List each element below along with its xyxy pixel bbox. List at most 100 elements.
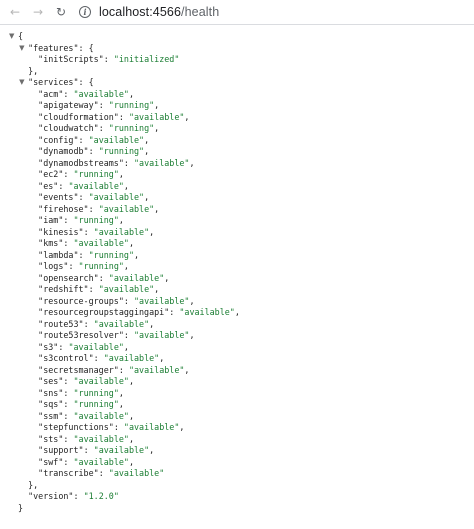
- json-colon: :: [58, 341, 69, 352]
- json-key: "iam": [38, 215, 64, 225]
- json-key: "events": [38, 192, 79, 202]
- json-string-value: "available": [88, 192, 145, 202]
- json-colon: :: [83, 318, 94, 329]
- json-key: "es": [38, 180, 59, 191]
- json-key: "ec2": [38, 169, 64, 179]
- json-comma: ,: [164, 272, 170, 283]
- json-comma: ,: [118, 169, 124, 179]
- json-line: ▼{: [9, 31, 474, 43]
- json-key: "ses": [38, 376, 64, 386]
- json-comma: ,: [128, 433, 134, 444]
- json-colon: :: [118, 111, 129, 122]
- json-comma: ,: [149, 445, 155, 455]
- json-line-feature: "initScripts": "initialized": [18, 54, 474, 66]
- json-colon: :: [123, 295, 134, 306]
- json-key: "stepfunctions": [38, 422, 114, 432]
- browser-toolbar: ← → ↻ i localhost:4566/health: [0, 0, 474, 24]
- json-string-value: "available": [93, 226, 150, 237]
- json-colon: :: [118, 364, 129, 375]
- json-key: "cloudwatch": [38, 123, 99, 133]
- json-line-service: "redshift": "available",: [18, 284, 474, 296]
- json-line-service: "ssm": "available",: [18, 411, 474, 423]
- json-key: "secretsmanager": [38, 364, 119, 375]
- json-string-value: "running": [73, 169, 119, 179]
- json-string-value: "available": [123, 422, 180, 432]
- json-string-value: "available": [88, 134, 145, 145]
- json-string-value: "running": [108, 123, 155, 133]
- json-key: "dynamodb": [38, 146, 89, 156]
- json-key: "acm": [38, 88, 64, 99]
- json-colon: :: [103, 54, 114, 64]
- json-line-service: "sqs": "running",: [18, 399, 474, 411]
- collapse-toggle-icon[interactable]: ▼: [9, 31, 14, 43]
- reload-icon[interactable]: ↻: [55, 5, 67, 19]
- json-line-service: "resourcegroupstaggingapi": "available",: [18, 307, 474, 319]
- json-comma: ,: [179, 422, 185, 432]
- collapse-toggle-icon[interactable]: ▼: [19, 43, 24, 55]
- json-line: },: [18, 480, 474, 492]
- json-colon: : {: [78, 77, 94, 87]
- json-colon: :: [98, 468, 109, 478]
- json-colon: :: [98, 100, 109, 110]
- json-string-value: "available": [73, 433, 129, 444]
- json-line-service: "route53resolver": "available",: [18, 330, 474, 342]
- json-key: "sqs": [38, 399, 64, 409]
- json-comma: ,: [128, 410, 134, 421]
- json-colon: :: [63, 387, 74, 398]
- json-string-value: "running": [98, 146, 145, 156]
- json-comma: ,: [154, 100, 160, 110]
- url-text[interactable]: localhost:4566/health: [99, 5, 219, 19]
- json-key: "config": [38, 134, 79, 145]
- json-comma: ,: [184, 111, 190, 122]
- json-key: "redshift": [38, 284, 89, 294]
- json-line-service: "firehose": "available",: [18, 204, 474, 216]
- json-comma: ,: [118, 399, 124, 409]
- back-arrow-icon[interactable]: ←: [9, 5, 21, 19]
- json-line-service: "sts": "available",: [18, 434, 474, 446]
- json-version-value: "1.2.0": [83, 491, 119, 501]
- json-key: "cloudformation": [38, 111, 119, 122]
- json-comma: ,: [134, 249, 140, 260]
- json-colon: :: [113, 422, 124, 432]
- json-colon: :: [98, 123, 109, 133]
- json-string-value: "available": [73, 238, 129, 248]
- address-bar[interactable]: i localhost:4566/health: [79, 1, 470, 23]
- json-line-service: "iam": "running",: [18, 215, 474, 227]
- json-line: ▼ "features": {: [18, 43, 474, 55]
- json-comma: ,: [189, 295, 195, 306]
- info-icon[interactable]: i: [79, 6, 91, 18]
- collapse-toggle-icon[interactable]: ▼: [19, 77, 24, 89]
- json-key: "opensearch": [38, 272, 99, 283]
- json-colon: :: [73, 491, 84, 501]
- json-string-value: "available": [128, 111, 185, 122]
- url-host: localhost:4566: [99, 5, 182, 19]
- json-colon: :: [63, 215, 74, 225]
- json-line-service: "kms": "available",: [18, 238, 474, 250]
- json-line: "version": "1.2.0": [18, 491, 474, 503]
- json-key: "sns": [38, 387, 64, 398]
- json-key: "apigateway": [38, 100, 99, 110]
- json-string-value: "available": [93, 318, 150, 329]
- json-line-service: "transcribe": "available": [18, 468, 474, 480]
- json-comma: ,: [144, 192, 150, 202]
- json-string-value: "running": [108, 100, 155, 110]
- json-line-service: "logs": "running",: [18, 261, 474, 273]
- json-colon: :: [58, 180, 69, 191]
- json-line-service: "swf": "available",: [18, 457, 474, 469]
- json-line-service: "apigateway": "running",: [18, 100, 474, 112]
- json-close-brace: }: [18, 502, 24, 513]
- json-viewer: ▼{ ▼ "features": { "initScripts": "initia…: [0, 25, 474, 514]
- json-line-service: "opensearch": "available",: [18, 273, 474, 285]
- json-colon: :: [98, 272, 109, 283]
- json-line: },: [18, 66, 474, 78]
- json-colon: :: [78, 134, 89, 145]
- json-comma: ,: [123, 180, 129, 191]
- json-key: "dynamodbstreams": [38, 157, 124, 168]
- json-string-value: "available": [133, 157, 190, 168]
- json-line-service: "support": "available",: [18, 445, 474, 457]
- json-line: ▼ "services": {: [18, 77, 474, 89]
- json-string-value: "available": [73, 376, 129, 386]
- forward-arrow-icon[interactable]: →: [32, 5, 44, 19]
- json-string-value: "running": [88, 249, 134, 260]
- json-colon: :: [88, 203, 99, 214]
